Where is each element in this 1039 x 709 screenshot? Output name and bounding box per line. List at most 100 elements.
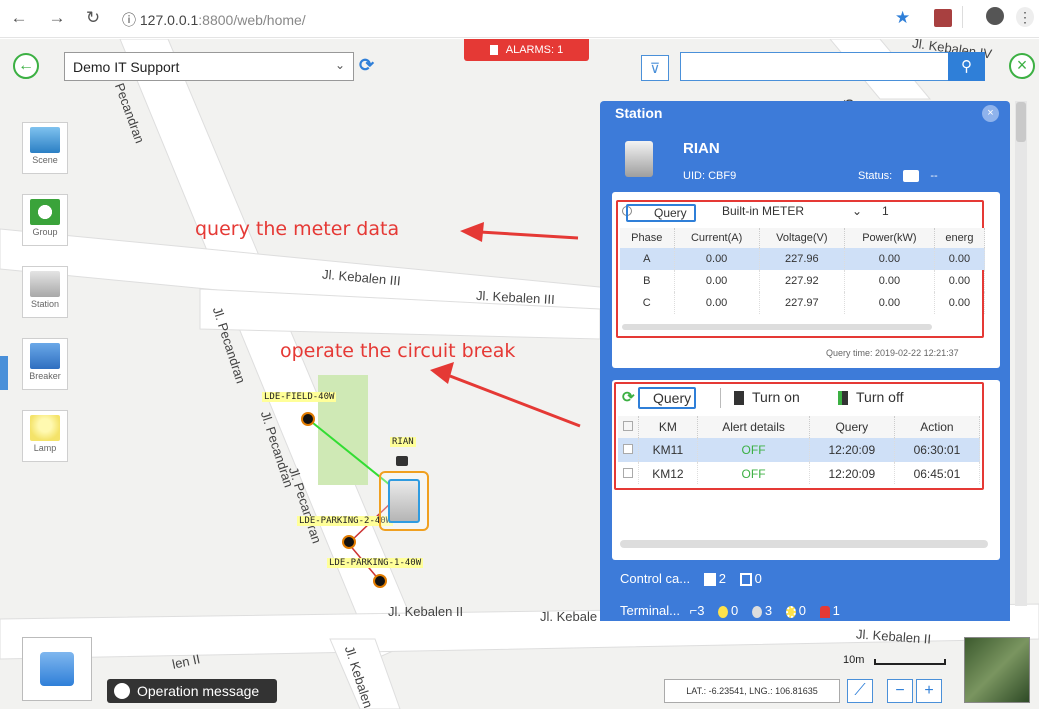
terminal-row[interactable]: Terminal... ⌐3 0 3 0 1 bbox=[620, 603, 840, 618]
address-bar[interactable]: ⓘ 127.0.0.1:8800/web/home/ bbox=[122, 10, 306, 30]
lamp-marker-parking2 bbox=[342, 535, 356, 549]
turn-off-button[interactable]: Turn off bbox=[838, 389, 903, 406]
tool-station[interactable]: Station bbox=[22, 266, 68, 318]
meter-count-icon bbox=[739, 573, 752, 587]
meter-query-label: Query bbox=[654, 206, 687, 220]
filter-icon: ⊽ bbox=[649, 60, 661, 76]
breaker-refresh-icon[interactable]: ⟳ bbox=[622, 388, 635, 406]
checkbox-icon bbox=[622, 421, 633, 431]
column-header[interactable]: Action bbox=[894, 416, 980, 438]
cell-power: 0.00 bbox=[844, 270, 935, 292]
meter-index[interactable]: 1 bbox=[882, 204, 889, 218]
chevron-down-icon: ⌄ bbox=[334, 58, 345, 72]
measure-ruler-button[interactable]: ⟋ bbox=[847, 679, 873, 703]
device-label-field[interactable]: LDE-FIELD-40W bbox=[262, 392, 337, 402]
breaker-query-button[interactable]: Query bbox=[638, 387, 696, 409]
breaker-table-wrap: KM Alert details Query Action KM11 OFF 1… bbox=[618, 416, 980, 484]
filter-button[interactable]: ⊽ bbox=[641, 55, 669, 81]
uid-value: CBF9 bbox=[708, 170, 737, 182]
operation-message-button[interactable]: Operation message bbox=[107, 679, 277, 703]
column-header[interactable]: Power(kW) bbox=[844, 228, 935, 248]
satellite-minimap[interactable] bbox=[964, 637, 1030, 703]
terminal-label: Terminal... bbox=[620, 603, 680, 618]
search-icon: ⚲ bbox=[961, 58, 972, 75]
device-label-station[interactable]: RIAN bbox=[390, 437, 416, 447]
cell-phase: C bbox=[620, 292, 675, 314]
chevron-down-icon: ⌄ bbox=[852, 204, 863, 218]
lamp-on-count: 0 bbox=[731, 603, 739, 618]
row-checkbox[interactable] bbox=[618, 438, 639, 462]
tool-breaker[interactable]: Breaker bbox=[22, 338, 68, 390]
select-all-checkbox[interactable] bbox=[618, 416, 639, 438]
query-time: Query time: 2019-02-22 12:21:37 bbox=[826, 348, 959, 358]
cell-current: 0.00 bbox=[674, 248, 760, 270]
station-icon bbox=[30, 271, 60, 297]
cell-current: 0.00 bbox=[674, 270, 760, 292]
refresh-icon[interactable]: ⟳ bbox=[359, 55, 374, 76]
column-header[interactable]: Phase bbox=[620, 228, 675, 248]
tool-lamp[interactable]: Lamp bbox=[22, 410, 68, 462]
left-drawer-handle[interactable] bbox=[0, 356, 8, 390]
alarms-badge[interactable]: ALARMS: 1 bbox=[464, 39, 589, 61]
tool-group[interactable]: Group bbox=[22, 194, 68, 246]
column-header[interactable]: energ bbox=[934, 228, 985, 248]
extension-icon[interactable] bbox=[934, 9, 952, 27]
query-time-value: 2019-02-22 12:21:37 bbox=[875, 348, 959, 358]
panel-scroll-thumb[interactable] bbox=[1016, 102, 1026, 142]
column-header[interactable]: Current(A) bbox=[674, 228, 760, 248]
alarm-light-icon bbox=[489, 45, 498, 56]
menu-kebab-icon[interactable]: ⋮ bbox=[1016, 7, 1034, 27]
breaker-hscrollbar[interactable] bbox=[620, 540, 988, 548]
table-row[interactable]: C 0.00 227.97 0.00 0.00 bbox=[620, 292, 985, 314]
tool-label: Station bbox=[30, 299, 60, 309]
reload-icon[interactable]: ↻ bbox=[82, 8, 104, 28]
cluster-widget[interactable] bbox=[22, 637, 92, 701]
operation-message-label: Operation message bbox=[137, 683, 260, 699]
table-row[interactable]: KM11 OFF 12:20:09 06:30:01 bbox=[618, 438, 980, 462]
cell-voltage: 227.96 bbox=[759, 248, 845, 270]
tool-label: Group bbox=[32, 227, 58, 237]
station-marker[interactable] bbox=[379, 471, 429, 531]
bookmark-star-icon[interactable]: ★ bbox=[895, 8, 910, 28]
meter-query-button[interactable]: Query bbox=[626, 204, 696, 222]
search-input[interactable] bbox=[680, 52, 950, 81]
organization-value: Demo IT Support bbox=[73, 59, 180, 75]
organization-select[interactable]: Demo IT Support ⌄ bbox=[64, 52, 354, 81]
zoom-in-button[interactable]: + bbox=[916, 679, 942, 703]
breaker-count-icon bbox=[703, 573, 716, 587]
meter-type-select[interactable]: Built-in METER ⌄ bbox=[722, 204, 872, 222]
back-arrow-icon[interactable]: ← bbox=[8, 8, 30, 28]
turn-on-button[interactable]: Turn on bbox=[734, 389, 800, 406]
zoom-out-button[interactable]: − bbox=[887, 679, 913, 703]
tool-scene[interactable]: Scene bbox=[22, 122, 68, 174]
column-header[interactable]: Voltage(V) bbox=[759, 228, 845, 248]
column-header[interactable]: Alert details bbox=[697, 416, 810, 438]
profile-icon[interactable] bbox=[986, 7, 1004, 25]
back-circle-icon[interactable]: ← bbox=[13, 53, 39, 79]
column-header[interactable]: Query bbox=[809, 416, 895, 438]
toolbar-divider bbox=[962, 6, 963, 28]
arrow-breaker-line bbox=[449, 374, 581, 428]
table-row[interactable]: A 0.00 227.96 0.00 0.00 bbox=[620, 248, 985, 270]
lamp-marker-field bbox=[301, 412, 315, 426]
device-label-parking1[interactable]: LDE-PARKING-1-40W bbox=[327, 558, 424, 568]
row-checkbox[interactable] bbox=[618, 462, 639, 484]
control-cabinet-row[interactable]: Control ca... 2 0 bbox=[620, 571, 762, 587]
station-cabinet-icon bbox=[388, 479, 420, 523]
table-row[interactable]: B 0.00 227.92 0.00 0.00 bbox=[620, 270, 985, 292]
query-time-label: Query time: bbox=[826, 348, 873, 358]
panel-close-icon[interactable]: × bbox=[982, 105, 999, 122]
cell-action: 06:30:01 bbox=[894, 438, 980, 462]
breaker-on-icon bbox=[734, 391, 744, 406]
forward-arrow-icon[interactable]: → bbox=[46, 8, 68, 28]
panel-scrollbar[interactable] bbox=[1015, 101, 1027, 606]
plus-icon: + bbox=[924, 682, 934, 699]
column-header[interactable]: KM bbox=[638, 416, 699, 438]
meter-count: 0 bbox=[754, 571, 762, 586]
meter-hscrollbar[interactable] bbox=[622, 324, 932, 330]
table-row[interactable]: KM12 OFF 12:20:09 06:45:01 bbox=[618, 462, 980, 484]
cell-query: 12:20:09 bbox=[809, 462, 895, 484]
annotation-meter: query the meter data bbox=[195, 218, 400, 240]
close-circle-icon[interactable]: × bbox=[1009, 53, 1035, 79]
search-button[interactable]: ⚲ bbox=[948, 52, 985, 81]
